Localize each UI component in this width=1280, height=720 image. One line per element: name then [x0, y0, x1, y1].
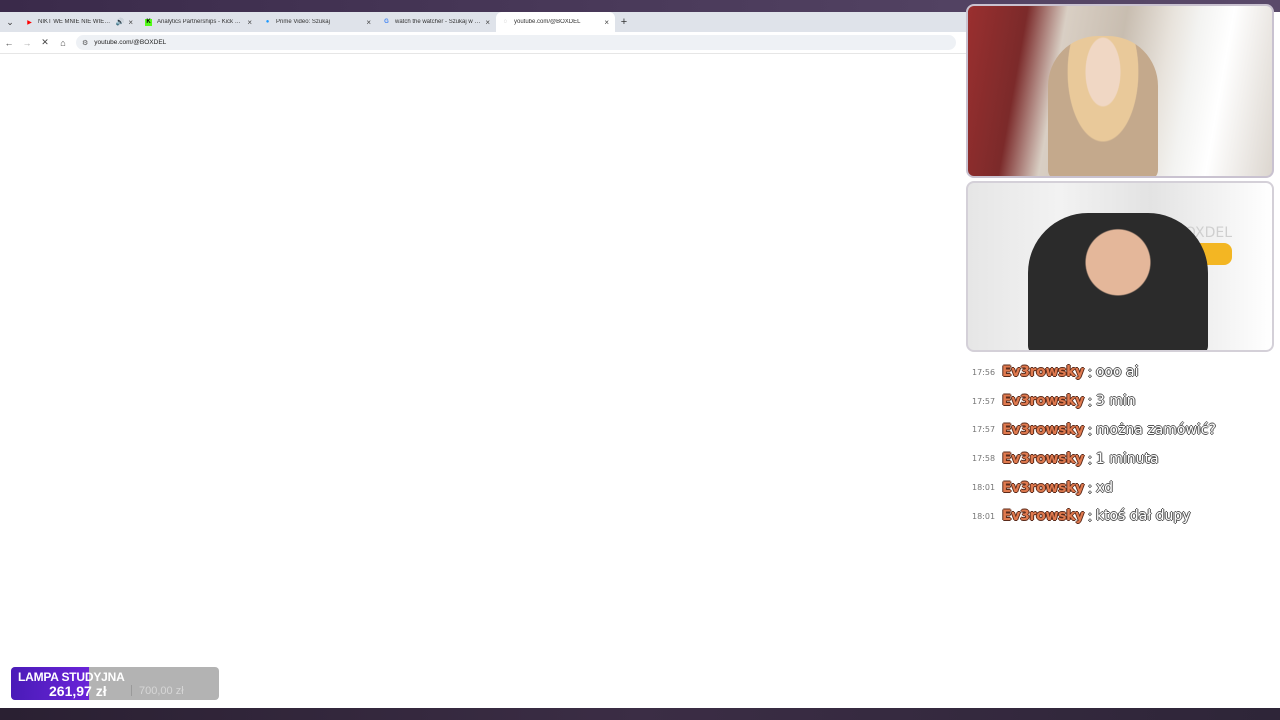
tab-title: NIKT WE MNIE NIE WIERZY: [38, 19, 113, 25]
kick-icon: K: [145, 18, 152, 26]
chat-username: Ev3rowsky: [1002, 421, 1084, 438]
chat-text: ktoś dał dupy: [1095, 508, 1191, 525]
chat-message: 18:01 Ev3rowsky : xd: [972, 473, 1272, 502]
stop-loading-icon[interactable]: ✕: [36, 32, 54, 54]
site-info-icon[interactable]: ⚙: [82, 39, 88, 47]
url-input[interactable]: ⚙ youtube.com/@BOXDEL: [76, 35, 956, 50]
browser-tab-bar: ⌄ ▶ NIKT WE MNIE NIE WIERZY 🔊 × K Analyt…: [0, 12, 966, 32]
home-icon[interactable]: ⌂: [54, 32, 72, 54]
youtube-icon: ▶: [27, 19, 32, 26]
chat-text: 3 min: [1095, 393, 1136, 410]
tab-title: watch the watcher - Szukaj w Google: [395, 19, 481, 25]
chat-message: 17:57 Ev3rowsky : można zamówić?: [972, 416, 1272, 445]
tab-4[interactable]: G watch the watcher - Szukaj w Google ×: [377, 12, 496, 32]
chat-text: 1 minuta: [1095, 450, 1159, 467]
close-icon[interactable]: ×: [485, 18, 490, 27]
chat-message: 17:56 Ev3rowsky : ooo ai: [972, 358, 1272, 387]
url-text: youtube.com/@BOXDEL: [94, 39, 167, 46]
donation-goal-widget: LAMPA STUDYJNA 261,97 zł 700,00 zł: [11, 667, 219, 700]
goal-name: LAMPA STUDYJNA: [18, 670, 125, 684]
chat-overlay: 17:56 Ev3rowsky : ooo ai 17:57 Ev3rowsky…: [972, 358, 1272, 531]
chat-separator: :: [1087, 393, 1092, 410]
close-icon[interactable]: ×: [128, 18, 133, 27]
address-bar: ← → ✕ ⌂ ⚙ youtube.com/@BOXDEL: [0, 32, 966, 54]
goal-target-amount: 700,00 zł: [139, 685, 184, 697]
chat-separator: :: [1087, 508, 1092, 525]
chat-message: 18:01 Ev3rowsky : ktoś dał dupy: [972, 502, 1272, 531]
chat-time: 18:01: [972, 483, 996, 493]
chat-message: 17:57 Ev3rowsky : 3 min: [972, 387, 1272, 416]
new-tab-icon[interactable]: +: [615, 12, 633, 32]
chat-text: można zamówić?: [1095, 421, 1216, 438]
chat-separator: :: [1087, 479, 1092, 496]
prime-video-icon: ●: [265, 19, 270, 25]
goal-current-amount: 261,97 zł: [49, 683, 107, 699]
chat-separator: :: [1087, 421, 1092, 438]
guest-figure: [1048, 36, 1158, 176]
stream-bottom-band: [0, 708, 1280, 720]
chat-separator: :: [1087, 364, 1092, 381]
tab-3[interactable]: ● Prime Video: Szukaj ×: [258, 12, 377, 32]
loading-icon: ◌: [503, 19, 508, 25]
tab-5-active[interactable]: ◌ youtube.com/@BOXDEL ×: [496, 12, 615, 32]
chat-time: 17:57: [972, 396, 996, 406]
tab-2[interactable]: K Analytics Partnerships - Kick Dash ×: [139, 12, 258, 32]
forward-icon[interactable]: →: [18, 32, 36, 54]
back-icon[interactable]: ←: [0, 32, 18, 54]
speaker-icon[interactable]: 🔊: [116, 18, 125, 26]
close-icon[interactable]: ×: [366, 18, 371, 27]
google-icon: G: [384, 19, 389, 25]
host-figure: [1028, 213, 1208, 350]
chat-username: Ev3rowsky: [1002, 508, 1084, 525]
chat-username: Ev3rowsky: [1002, 393, 1084, 410]
tab-search-chevron-icon[interactable]: ⌄: [0, 12, 20, 32]
close-icon[interactable]: ×: [604, 18, 609, 27]
close-icon[interactable]: ×: [247, 18, 252, 27]
tab-title: Prime Video: Szukaj: [276, 19, 330, 25]
tab-title: Analytics Partnerships - Kick Dash: [157, 19, 244, 25]
chat-time: 17:58: [972, 454, 996, 464]
chat-message: 17:58 Ev3rowsky : 1 minuta: [972, 444, 1272, 473]
chat-text: ooo ai: [1095, 364, 1139, 381]
tab-title: youtube.com/@BOXDEL: [514, 19, 581, 25]
chat-text: xd: [1095, 479, 1114, 496]
chat-time: 17:56: [972, 367, 996, 377]
chat-username: Ev3rowsky: [1002, 479, 1084, 496]
tab-1[interactable]: ▶ NIKT WE MNIE NIE WIERZY 🔊 ×: [20, 12, 139, 32]
goal-divider: [131, 685, 132, 696]
webcam-host: BOXDEL: [966, 181, 1274, 352]
chat-separator: :: [1087, 450, 1092, 467]
chat-time: 18:01: [972, 511, 996, 521]
webcam-guest: [966, 4, 1274, 178]
chat-time: 17:57: [972, 425, 996, 435]
chat-username: Ev3rowsky: [1002, 450, 1084, 467]
chat-username: Ev3rowsky: [1002, 364, 1084, 381]
